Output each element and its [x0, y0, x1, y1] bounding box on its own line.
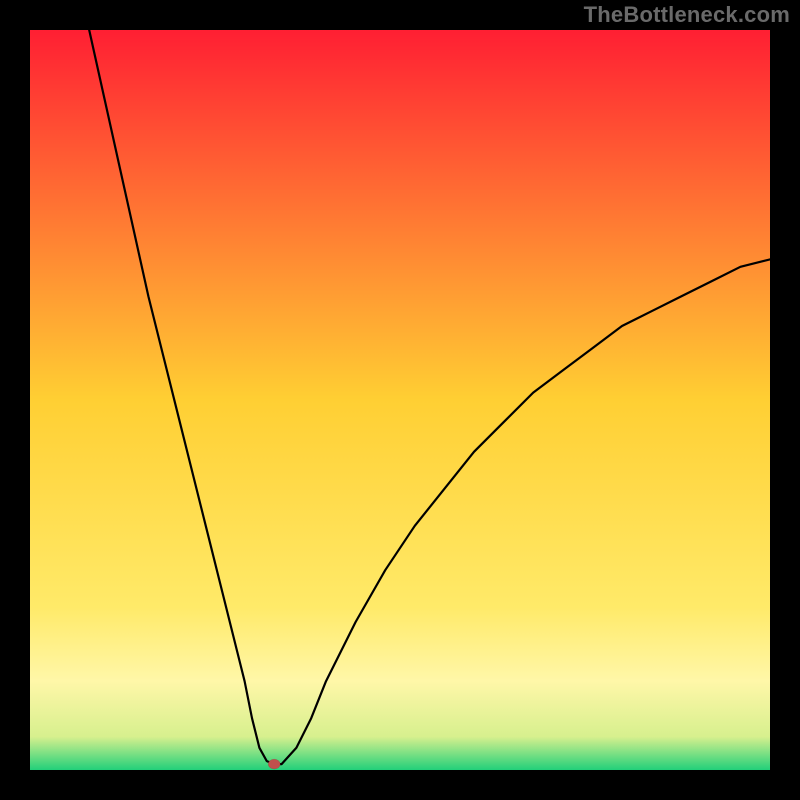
chart-background — [30, 30, 770, 770]
plot-svg — [30, 30, 770, 770]
watermark-label: TheBottleneck.com — [584, 2, 790, 28]
plot-area — [30, 30, 770, 770]
chart-frame: TheBottleneck.com — [0, 0, 800, 800]
minimum-marker — [268, 759, 280, 769]
